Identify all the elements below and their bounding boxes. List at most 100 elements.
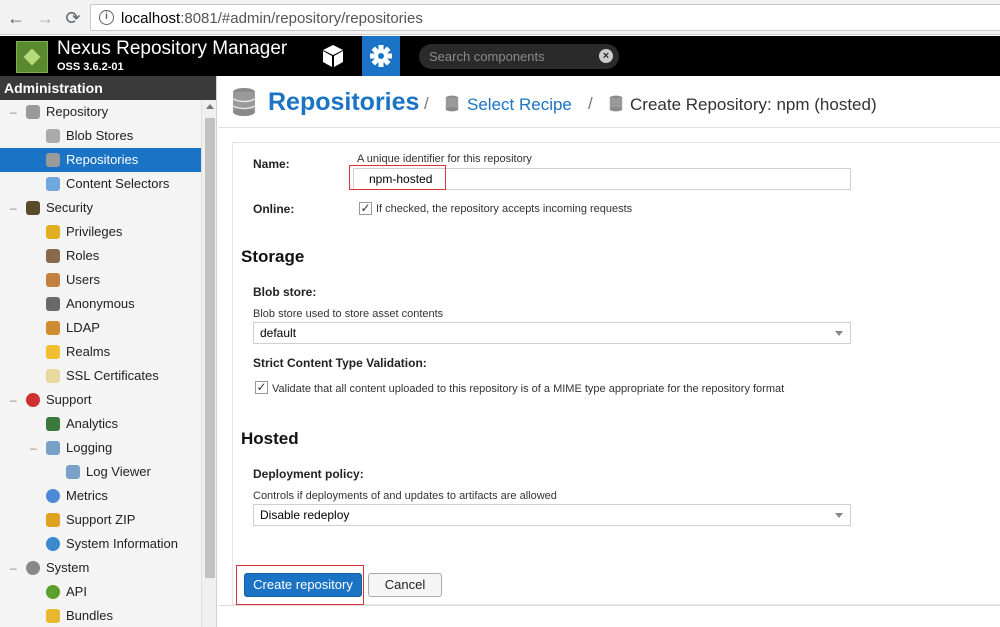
zip-icon — [46, 513, 60, 527]
breadcrumb-separator: / — [588, 94, 593, 113]
ldap-book-icon — [46, 321, 60, 335]
sidebar-item-system-information[interactable]: System Information — [0, 532, 216, 556]
hosted-heading: Hosted — [241, 429, 299, 448]
online-text: If checked, the repository accepts incom… — [376, 203, 633, 215]
certificate-icon — [46, 369, 60, 383]
role-icon — [46, 249, 60, 263]
sidebar-item-bundles[interactable]: Bundles — [0, 604, 216, 627]
sidebar-item-label: Security — [46, 200, 93, 215]
sidebar-item-content-selectors[interactable]: Content Selectors — [0, 172, 216, 196]
strict-validation-checkbox[interactable]: ✓ — [255, 381, 268, 394]
search-placeholder: Search components — [429, 49, 545, 64]
sidebar-item-label: Analytics — [66, 416, 119, 431]
reload-icon[interactable]: ⟳ — [63, 8, 83, 28]
browser-toolbar: ← → ⟳ i localhost:8081/#admin/repository… — [0, 0, 1000, 35]
name-help: A unique identifier for this repository — [357, 153, 532, 165]
sidebar-item-metrics[interactable]: Metrics — [0, 484, 216, 508]
globe-icon — [46, 537, 60, 551]
sidebar-item-label: SSL Certificates — [66, 368, 159, 383]
sidebar-item-analytics[interactable]: Analytics — [0, 412, 216, 436]
sidebar-item-ldap[interactable]: LDAP — [0, 316, 216, 340]
lifebuoy-icon — [26, 393, 40, 407]
deployment-policy-select[interactable]: Disable redeploy — [253, 504, 851, 526]
blob-store-value: default — [260, 326, 297, 340]
sidebar-item-label: Users — [66, 272, 100, 287]
sidebar-item-repositories[interactable]: Repositories — [0, 148, 201, 172]
app-version: OSS 3.6.2-01 — [57, 61, 124, 73]
name-highlight — [349, 165, 446, 190]
clear-search-icon[interactable]: × — [599, 49, 613, 63]
sidebar-item-label: System Information — [66, 536, 178, 551]
info-icon[interactable]: i — [99, 10, 114, 25]
deployment-policy-label: Deployment policy: — [253, 467, 364, 481]
puzzle-icon — [46, 609, 60, 623]
forward-icon[interactable]: → — [35, 8, 55, 28]
sidebar-item-label: Content Selectors — [66, 176, 170, 191]
sidebar-item-privileges[interactable]: Privileges — [0, 220, 216, 244]
breadcrumb: Repositories / Select Recipe / Create Re… — [218, 76, 1000, 128]
sidebar-item-api[interactable]: API — [0, 580, 216, 604]
sidebar-item-label: Bundles — [66, 608, 113, 623]
sidebar-item-label: Logging — [66, 440, 113, 455]
sidebar-item-label: API — [66, 584, 87, 599]
sidebar-item-ssl-certificates[interactable]: SSL Certificates — [0, 364, 216, 388]
sidebar-item-security[interactable]: – Security — [0, 196, 216, 220]
database-icon — [232, 88, 256, 116]
sidebar-item-roles[interactable]: Roles — [0, 244, 216, 268]
sidebar-item-logging[interactable]: – Logging — [0, 436, 216, 460]
sidebar-item-label: Realms — [66, 344, 111, 359]
collapse-toggle-icon[interactable]: – — [10, 556, 20, 580]
sidebar-item-label: Roles — [66, 248, 100, 263]
chevron-down-icon[interactable] — [835, 331, 843, 336]
select-recipe-link[interactable]: Select Recipe — [467, 95, 572, 115]
log-viewer-icon — [66, 465, 80, 479]
sidebar-item-log-viewer[interactable]: Log Viewer — [0, 460, 216, 484]
admin-gear-button[interactable] — [362, 36, 400, 76]
breadcrumb-current: Create Repository: npm (hosted) — [630, 95, 877, 114]
collapse-toggle-icon[interactable]: – — [10, 196, 20, 220]
divider — [218, 605, 1000, 606]
sidebar-item-users[interactable]: Users — [0, 268, 216, 292]
create-repository-button[interactable]: Create repository — [244, 573, 362, 597]
scroll-thumb[interactable] — [205, 118, 215, 578]
sidebar-item-realms[interactable]: Realms — [0, 340, 216, 364]
deployment-policy-value: Disable redeploy — [260, 508, 350, 522]
sidebar-item-label: Repositories — [66, 152, 139, 167]
sidebar-item-label: Anonymous — [66, 296, 135, 311]
collapse-toggle-icon[interactable]: – — [10, 388, 20, 412]
browse-cube-button[interactable] — [314, 36, 352, 76]
scroll-up-icon[interactable] — [206, 104, 214, 109]
online-label: Online: — [253, 202, 295, 216]
sidebar-item-anonymous[interactable]: Anonymous — [0, 292, 216, 316]
cube-icon — [323, 45, 343, 67]
blob-store-select[interactable]: default — [253, 322, 851, 344]
page-title[interactable]: Repositories — [268, 88, 419, 117]
main-content: Repositories / Select Recipe / Create Re… — [218, 76, 1000, 627]
chevron-down-icon[interactable] — [835, 513, 843, 518]
users-icon — [46, 273, 60, 287]
gear-icon — [370, 45, 392, 67]
sidebar-scrollbar[interactable] — [201, 100, 216, 627]
sidebar-item-label: System — [46, 560, 90, 575]
admin-tree: – Repository Blob Stores Repositories Conten… — [0, 100, 216, 627]
sidebar-item-label: Privileges — [66, 224, 123, 239]
back-icon[interactable]: ← — [6, 8, 26, 28]
database-icon — [26, 105, 40, 119]
online-checkbox[interactable]: ✓ — [359, 202, 372, 215]
sidebar-item-system[interactable]: – System — [0, 556, 216, 580]
sidebar-item-label: Blob Stores — [66, 128, 134, 143]
sidebar-item-support[interactable]: – Support — [0, 388, 216, 412]
collapse-toggle-icon[interactable]: – — [10, 100, 20, 124]
sidebar-item-support-zip[interactable]: Support ZIP — [0, 508, 216, 532]
shield-icon — [46, 345, 60, 359]
nexus-logo-icon — [16, 41, 48, 73]
sidebar-item-label: Repository — [46, 104, 109, 119]
address-bar[interactable]: i localhost:8081/#admin/repository/repos… — [90, 4, 1000, 31]
collapse-toggle-icon[interactable]: – — [30, 436, 40, 460]
sidebar-item-label: Support — [46, 392, 92, 407]
cancel-button[interactable]: Cancel — [368, 573, 442, 597]
api-icon — [46, 585, 60, 599]
sidebar-item-blob-stores[interactable]: Blob Stores — [0, 124, 216, 148]
sidebar-item-repository[interactable]: – Repository — [0, 100, 216, 124]
search-components-input[interactable]: Search components × — [419, 44, 619, 69]
